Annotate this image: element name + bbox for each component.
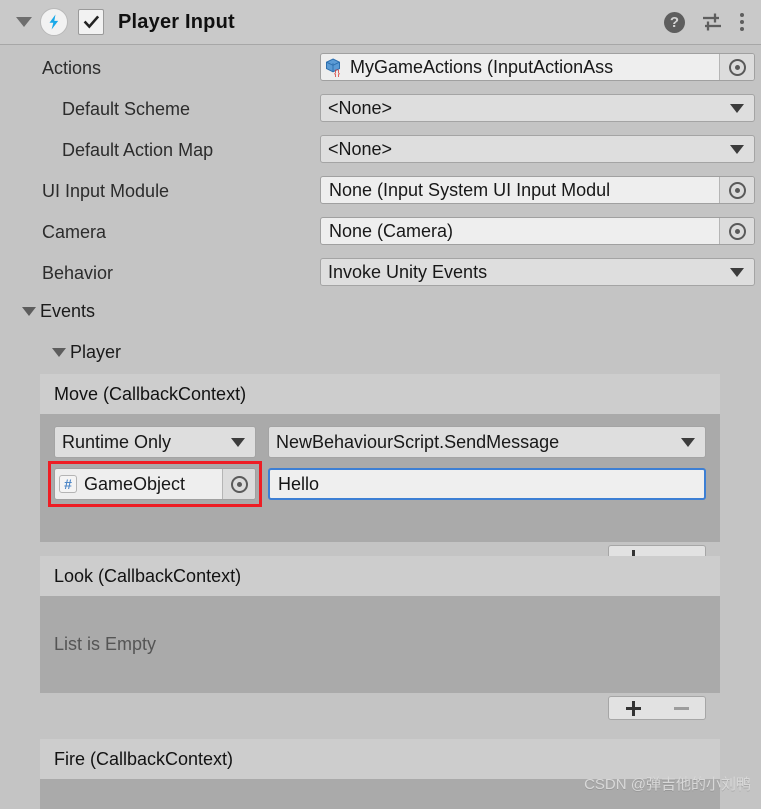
callback-state-dropdown[interactable]: Runtime Only (54, 426, 256, 458)
property-label: UI Input Module (42, 180, 170, 201)
property-label: Camera (42, 221, 107, 242)
help-icon[interactable]: ? (664, 11, 685, 33)
remove-callback-button[interactable] (657, 697, 705, 719)
events-group-player-foldout[interactable]: Player (0, 338, 761, 366)
actions-value: MyGameActions (InputActionAss (350, 56, 614, 77)
preset-sliders-icon[interactable] (701, 12, 723, 32)
add-callback-button[interactable] (609, 697, 657, 719)
camera-object-field[interactable]: None (Camera) (320, 217, 755, 245)
svg-text:{}: {} (334, 68, 340, 77)
event-entry-look: Look (CallbackContext) List is Empty (40, 556, 720, 723)
callback-target-picker-button[interactable] (222, 469, 255, 499)
events-left-rail (0, 290, 18, 800)
watermark: CSDN @弹吉他的小刘鸭 (584, 776, 751, 793)
unity-inspector-player-input: Player Input ? Actions {} MyGameActions … (0, 0, 761, 809)
add-remove-buttons (608, 696, 706, 720)
events-label: Events (40, 300, 96, 321)
page-title: Player Input (118, 10, 235, 33)
property-label: Actions (42, 57, 102, 78)
input-action-asset-icon: {} (326, 58, 340, 77)
empty-list-message: List is Empty (54, 634, 157, 654)
event-callback-list: List is Empty (40, 596, 720, 693)
default-scheme-dropdown[interactable]: <None> (320, 94, 755, 122)
property-label: Default Action Map (62, 139, 214, 160)
event-title: Look (CallbackContext) (40, 556, 720, 596)
callback-target-object-field[interactable]: # GameObject (54, 468, 256, 500)
property-label: Default Scheme (62, 98, 191, 119)
callback-argument-input[interactable]: Hello (268, 468, 706, 500)
callback-method-value: NewBehaviourScript.SendMessage (276, 431, 560, 452)
target-picker-icon (728, 58, 746, 76)
default-scheme-value: <None> (328, 97, 393, 118)
event-callback-list: Runtime Only NewBehaviourScript.SendMess… (40, 414, 720, 542)
plus-icon (625, 700, 641, 716)
triangle-down-icon[interactable] (16, 17, 32, 27)
default-action-map-value: <None> (328, 138, 393, 159)
triangle-down-icon (22, 306, 36, 316)
lightning-bolt-icon (40, 8, 68, 36)
events-group-label: Player (70, 341, 122, 362)
camera-value: None (Camera) (329, 220, 454, 241)
chevron-down-icon (681, 437, 695, 447)
event-title: Move (CallbackContext) (40, 374, 720, 414)
event-list-footer (40, 693, 720, 723)
triangle-down-icon (52, 347, 66, 357)
ui-input-module-value: None (Input System UI Input Modul (329, 179, 611, 200)
gameobject-hash-icon: # (59, 475, 77, 493)
actions-object-picker-button[interactable] (719, 54, 754, 80)
callback-target-value: GameObject (84, 473, 186, 494)
component-enabled-checkbox[interactable] (78, 9, 104, 35)
actions-object-field[interactable]: {} MyGameActions (InputActionAss (320, 53, 755, 81)
default-action-map-dropdown[interactable]: <None> (320, 135, 755, 163)
chevron-down-icon (730, 103, 744, 113)
behavior-dropdown[interactable]: Invoke Unity Events (320, 258, 755, 286)
events-foldout[interactable]: Events (0, 297, 761, 325)
callback-method-dropdown[interactable]: NewBehaviourScript.SendMessage (268, 426, 706, 458)
target-picker-icon (230, 475, 248, 493)
minus-icon (673, 706, 689, 710)
ui-input-module-object-field[interactable]: None (Input System UI Input Modul (320, 176, 755, 204)
callback-state-value: Runtime Only (62, 431, 172, 452)
behavior-value: Invoke Unity Events (328, 261, 488, 282)
header-tools: ? (664, 11, 761, 33)
target-picker-icon (728, 181, 746, 199)
ui-input-module-object-picker-button[interactable] (719, 177, 754, 203)
camera-object-picker-button[interactable] (719, 218, 754, 244)
chevron-down-icon (231, 437, 245, 447)
chevron-down-icon (730, 267, 744, 277)
svg-text:#: # (64, 476, 72, 492)
property-label: Behavior (42, 262, 114, 283)
component-header: Player Input ? (0, 0, 761, 45)
target-picker-icon (728, 222, 746, 240)
event-entry-move: Move (CallbackContext) Runtime Only NewB… (40, 374, 720, 572)
kebab-menu-icon[interactable] (739, 13, 745, 31)
chevron-down-icon (730, 144, 744, 154)
callback-argument-value: Hello (278, 473, 320, 494)
